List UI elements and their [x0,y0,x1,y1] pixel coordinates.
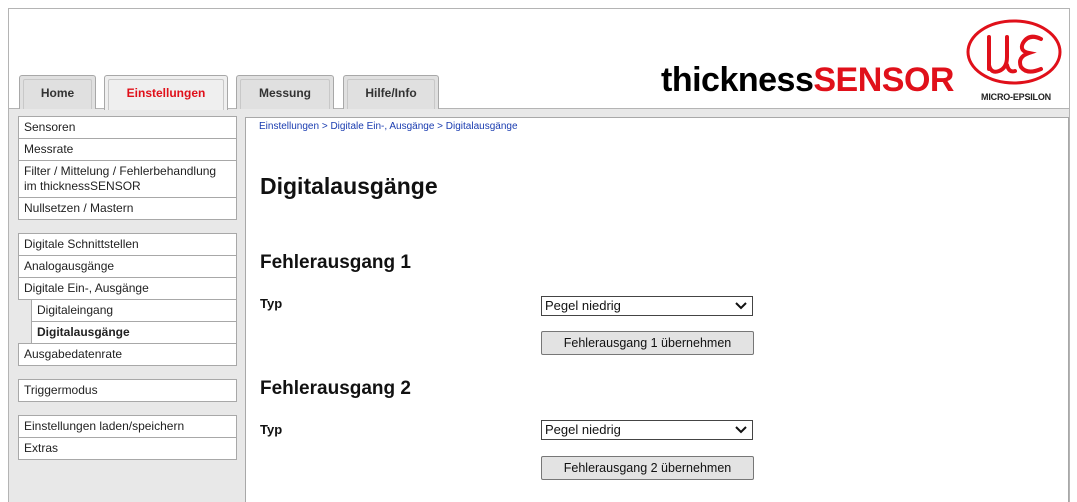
sidebar-item-digitaleingang[interactable]: Digitaleingang [31,299,237,322]
app-frame: Home Einstellungen Messung Hilfe/Info th… [8,8,1070,502]
type-select-2-value: Pegel niedrig [545,422,621,437]
tab-home-label: Home [40,86,75,100]
sidebar-item-extras[interactable]: Extras [18,437,237,460]
tab-messung-label: Messung [258,86,311,100]
tab-einstellungen[interactable]: Einstellungen [104,75,228,110]
sidebar-item-digitale-ein-ausgaenge[interactable]: Digitale Ein-, Ausgänge [18,277,237,300]
header: Home Einstellungen Messung Hilfe/Info th… [9,9,1069,110]
sidebar-item-analogausgaenge[interactable]: Analogausgänge [18,255,237,278]
sidebar-item-digitale-schnittstellen[interactable]: Digitale Schnittstellen [18,233,237,256]
sidebar-item-einstellungen-laden[interactable]: Einstellungen laden/speichern [18,415,237,438]
sidebar: Sensoren Messrate Filter / Mittelung / F… [18,116,237,460]
type-select-1[interactable]: Pegel niedrig [541,296,753,316]
tab-einstellungen-label: Einstellungen [126,86,206,100]
type-label-2: Typ [260,422,283,437]
sidebar-item-nullsetzen[interactable]: Nullsetzen / Mastern [18,197,237,220]
sidebar-item-ausgabedatenrate[interactable]: Ausgabedatenrate [18,343,237,366]
section-heading-fehlerausgang-1: Fehlerausgang 1 [260,252,411,273]
micro-epsilon-logo: MICRO-EPSILON [959,19,1069,105]
sidebar-item-messrate[interactable]: Messrate [18,138,237,161]
sidebar-item-sensoren[interactable]: Sensoren [18,116,237,139]
apply-fehlerausgang-2-button[interactable]: Fehlerausgang 2 übernehmen [541,456,754,480]
tab-messung[interactable]: Messung [236,75,334,109]
chevron-down-icon [735,302,747,310]
type-select-1-value: Pegel niedrig [545,298,621,313]
sidebar-item-filter[interactable]: Filter / Mittelung / Fehlerbehandlung im… [18,160,237,198]
tab-home[interactable]: Home [19,75,96,109]
tab-hilfe-info-label: Hilfe/Info [365,86,417,100]
breadcrumb[interactable]: Einstellungen > Digitale Ein-, Ausgänge … [259,121,518,132]
section-heading-fehlerausgang-2: Fehlerausgang 2 [260,378,411,399]
brand-part-1: thickness [661,61,814,99]
product-brand: thicknessSENSOR [661,61,954,100]
logo-text: MICRO-EPSILON [981,92,1051,102]
chevron-down-icon [735,426,747,434]
type-select-2[interactable]: Pegel niedrig [541,420,753,440]
main-content: Einstellungen > Digitale Ein-, Ausgänge … [245,117,1069,502]
sidebar-item-triggermodus[interactable]: Triggermodus [18,379,237,402]
micro-epsilon-logo-icon [966,19,1062,85]
type-label-1: Typ [260,296,283,311]
brand-part-2: SENSOR [813,61,954,99]
tab-hilfe-info[interactable]: Hilfe/Info [343,75,439,109]
page-title: Digitalausgänge [260,173,438,199]
apply-fehlerausgang-1-button[interactable]: Fehlerausgang 1 übernehmen [541,331,754,355]
sidebar-item-digitalausgaenge[interactable]: Digitalausgänge [31,321,237,344]
